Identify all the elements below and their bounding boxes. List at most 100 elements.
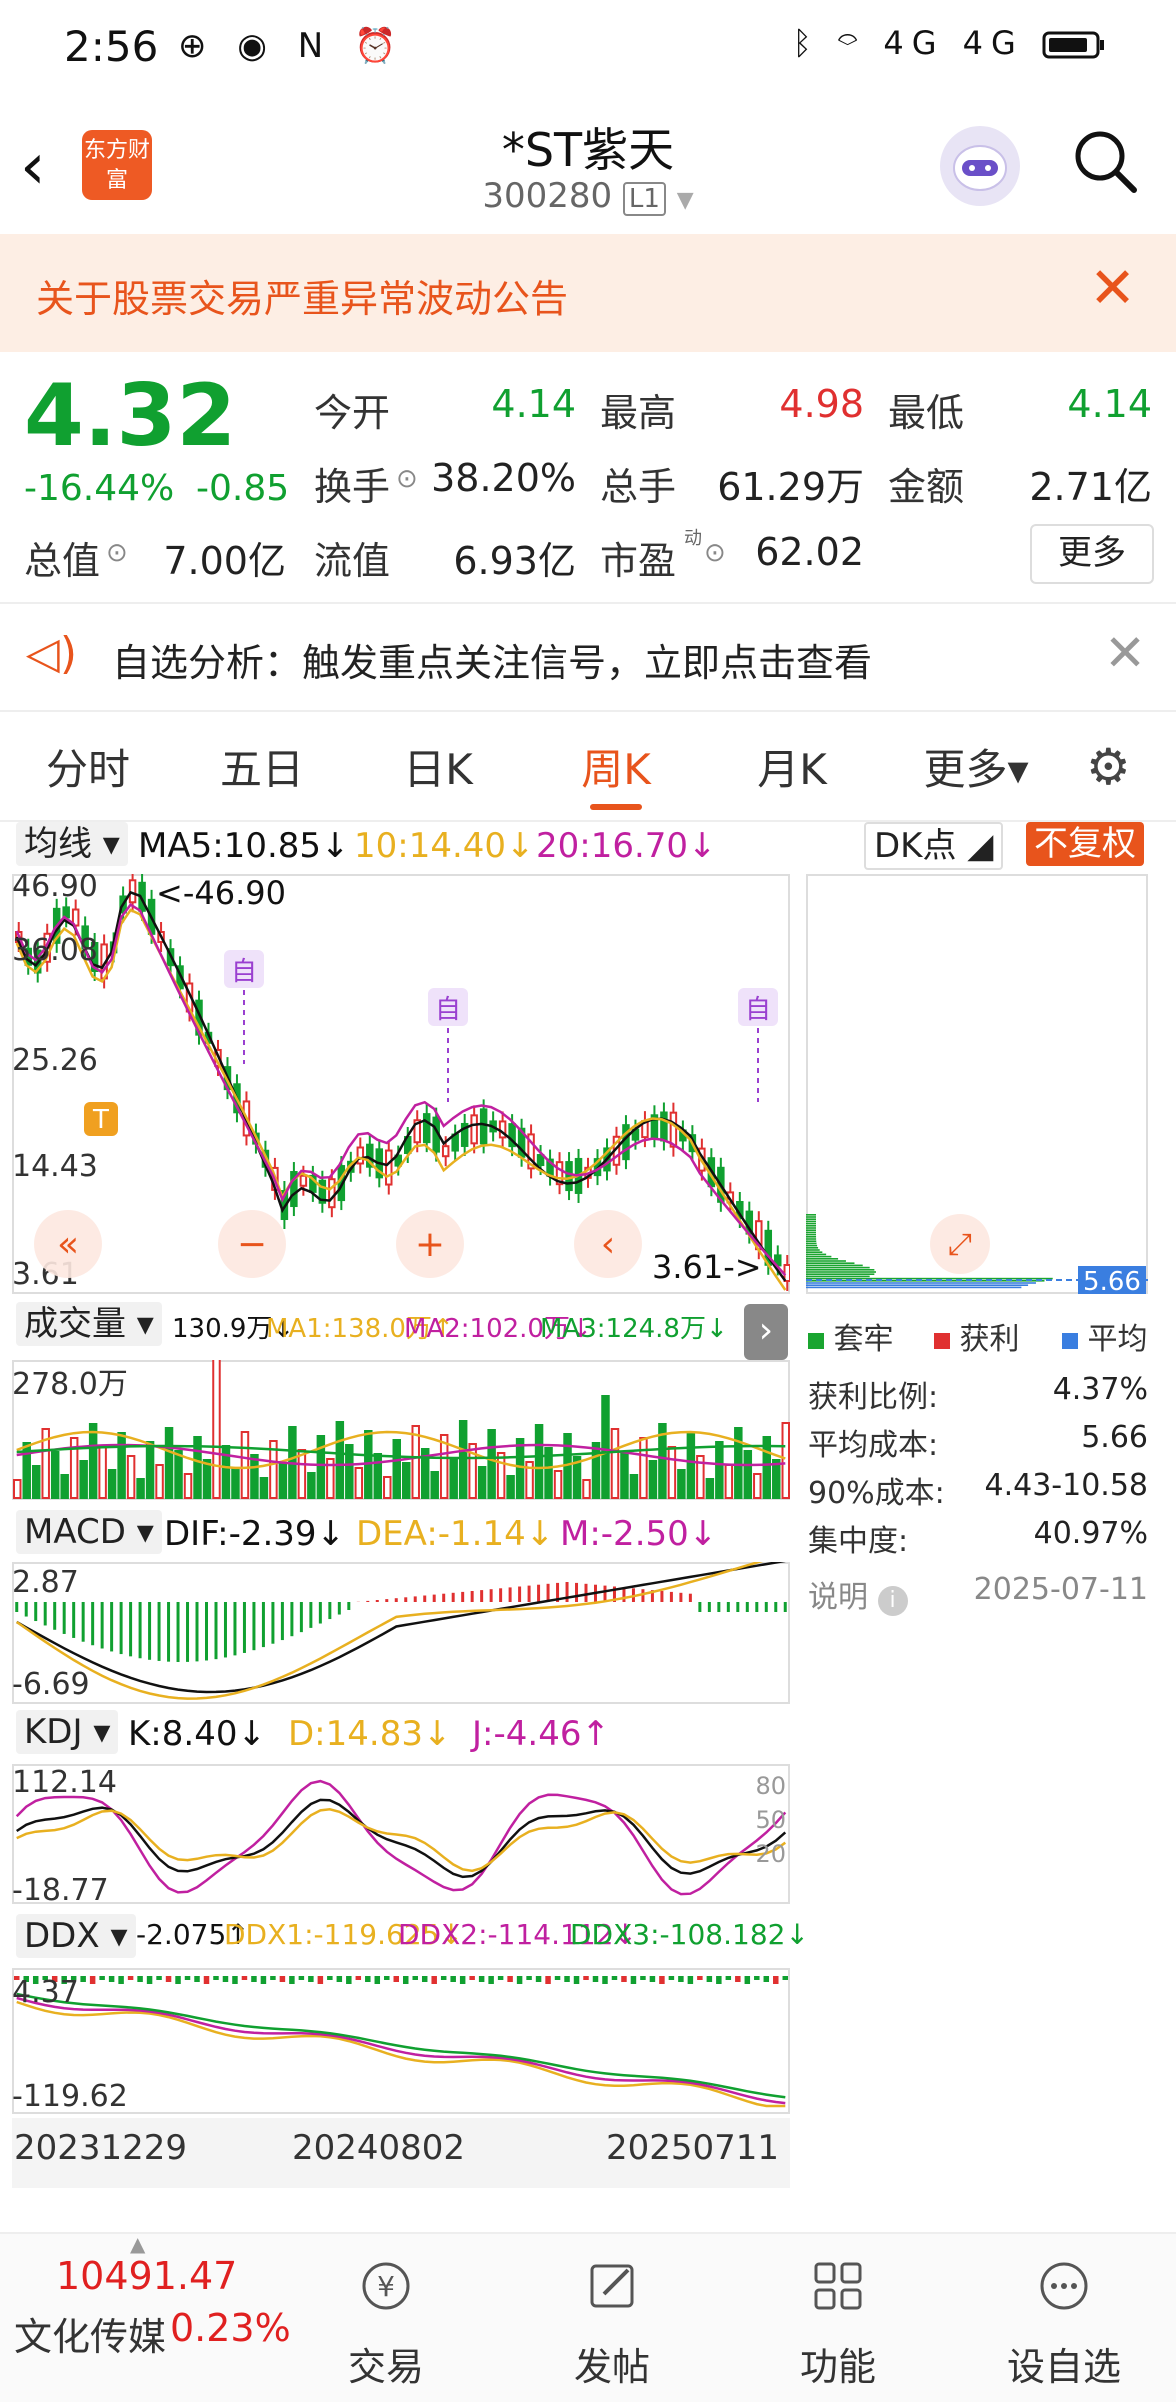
legend-average: 平均 bbox=[1062, 1314, 1148, 1358]
info-icon[interactable]: ⊙ bbox=[396, 464, 418, 494]
info-icon[interactable]: ⊙ bbox=[106, 538, 128, 568]
ddx-chart[interactable]: 4.37 -119.62 bbox=[12, 1968, 790, 2114]
chip-bar bbox=[806, 1286, 1022, 1289]
volume-bar bbox=[629, 1474, 639, 1499]
analysis-text[interactable]: 自选分析：触发重点关注信号，立即点击查看 bbox=[112, 632, 872, 687]
tab-monthly-k[interactable]: 月K bbox=[712, 736, 872, 797]
ddx-bar bbox=[279, 1976, 286, 1982]
kdj-bottom-label: -18.77 bbox=[12, 1873, 109, 1904]
ddx-bar bbox=[735, 1976, 741, 1982]
ddx-bar bbox=[317, 1976, 324, 1984]
open-label: 今开 bbox=[314, 391, 391, 435]
change-amount: -0.85 bbox=[196, 468, 290, 509]
kline-chart[interactable]: 46.9036.0825.2614.433.61<-46.903.61->自自自… bbox=[12, 874, 790, 1294]
market-cap-label[interactable]: 总值 bbox=[24, 530, 100, 585]
dk-point-label: DK点 bbox=[874, 826, 957, 866]
sector-index[interactable]: ▲ 10491.47 文化传媒 0.23% bbox=[0, 2232, 300, 2402]
ddx-selector[interactable]: DDX ▾ bbox=[16, 1914, 136, 1958]
ddx-bar bbox=[421, 1976, 428, 1982]
volume-bar bbox=[591, 1442, 601, 1499]
status-icons-right-text: ᛒ ⌔ 4G 4G bbox=[792, 24, 1024, 62]
ddx-bar bbox=[725, 1976, 732, 1980]
candle-body bbox=[356, 1146, 365, 1165]
volume-bar bbox=[601, 1395, 610, 1499]
chip-profit-ratio-value: 4.37% bbox=[1052, 1372, 1148, 1407]
nav-add-watchlist[interactable]: 设自选 bbox=[974, 2234, 1154, 2402]
ddx-bar bbox=[260, 1976, 267, 1984]
volume-bar bbox=[316, 1435, 326, 1499]
ma20-readout: 20:16.70↓ bbox=[536, 826, 717, 866]
ma-selector[interactable]: 均线 ▾ bbox=[16, 822, 128, 866]
volume-bar bbox=[724, 1464, 734, 1499]
chart-control-icon: − bbox=[237, 1224, 267, 1265]
volume-bar bbox=[411, 1425, 420, 1499]
adjust-mode-button[interactable]: 不复权 bbox=[1026, 822, 1144, 866]
announcement-banner[interactable]: 关于股票交易严重异常波动公告 ✕ bbox=[0, 234, 1176, 352]
search-icon[interactable] bbox=[1070, 126, 1140, 196]
volume-chart[interactable]: 278.0万 bbox=[12, 1360, 790, 1500]
current-price: 4.32 bbox=[24, 366, 237, 466]
tab-weekly-k[interactable]: 周K bbox=[536, 736, 696, 797]
volume-max-label: 278.0万 bbox=[12, 1367, 128, 1402]
close-icon[interactable]: ✕ bbox=[1089, 256, 1136, 321]
macd-selector[interactable]: MACD ▾ bbox=[16, 1510, 162, 1554]
ddx-bar bbox=[602, 1976, 608, 1984]
ddx-bar bbox=[640, 1976, 646, 1980]
ddx-bar bbox=[175, 1976, 181, 1984]
nav-trade[interactable]: ¥ 交易 bbox=[296, 2234, 476, 2402]
macd-chart[interactable]: 2.87 -6.69 bbox=[12, 1562, 790, 1704]
chip-note-link[interactable]: 说明 i bbox=[808, 1572, 908, 1616]
kdj-top-label: 112.14 bbox=[12, 1765, 117, 1800]
pe-label[interactable]: 市盈 bbox=[600, 530, 676, 585]
ddx-bar bbox=[773, 1976, 779, 1984]
chip-distribution-chart[interactable]: 5.66 ⤢ bbox=[806, 874, 1148, 1294]
volume-bar bbox=[88, 1423, 98, 1499]
ddx-bar bbox=[782, 1976, 788, 1980]
pe-value: 62.02 bbox=[755, 530, 864, 574]
gear-icon[interactable]: ⚙ bbox=[1086, 738, 1131, 796]
ddx-bar bbox=[649, 1976, 656, 1982]
kdj-j-line bbox=[15, 1779, 787, 1896]
volume-selector[interactable]: 成交量 ▾ bbox=[16, 1302, 162, 1346]
volume-bar bbox=[164, 1427, 174, 1499]
nav-functions[interactable]: 功能 bbox=[748, 2234, 928, 2402]
robot-assistant-icon[interactable] bbox=[940, 126, 1020, 206]
y-axis-label: 25.26 bbox=[12, 1043, 98, 1078]
nav-post[interactable]: 发帖 bbox=[522, 2234, 702, 2402]
volume-bar bbox=[677, 1469, 686, 1499]
tab-more[interactable]: 更多▾ bbox=[896, 736, 1056, 797]
chip-bar bbox=[806, 1275, 870, 1278]
watchlist-analysis-banner[interactable]: ◁) 自选分析：触发重点关注信号，立即点击查看 ✕ bbox=[0, 602, 1176, 712]
kdj-chart[interactable]: 112.14 -18.77 80 50 20 bbox=[12, 1764, 790, 1904]
ddx-bar bbox=[194, 1976, 200, 1982]
volume-bar bbox=[392, 1439, 402, 1499]
volume-bar bbox=[449, 1457, 458, 1499]
dk-point-button[interactable]: DK点 ◢ bbox=[864, 822, 1004, 870]
chip-bar bbox=[806, 1284, 1029, 1286]
volume-bar bbox=[582, 1479, 591, 1499]
signal-marker: 自 bbox=[435, 995, 461, 1025]
legend-average-label: 平均 bbox=[1087, 1322, 1148, 1357]
signal-marker: 自 bbox=[231, 957, 257, 987]
kdj-level-label: 20 bbox=[755, 1840, 786, 1868]
announcement-text[interactable]: 关于股票交易严重异常波动公告 bbox=[36, 268, 568, 323]
legend-trapped: 套牢 bbox=[808, 1314, 894, 1358]
tab-daily-k[interactable]: 日K bbox=[358, 736, 518, 797]
min-price-label: 3.61-> bbox=[652, 1248, 762, 1286]
tab-intraday[interactable]: 分时 bbox=[8, 736, 168, 797]
more-button[interactable]: 更多 bbox=[1030, 524, 1154, 584]
volume-bar bbox=[31, 1465, 41, 1499]
close-icon[interactable]: ✕ bbox=[1104, 624, 1146, 682]
status-bar: 2:56 ⊕ ◉ N ⏰ ᛒ ⌔ 4G 4G bbox=[0, 0, 1176, 100]
expand-arrow-button[interactable]: › bbox=[744, 1304, 788, 1360]
macd-bottom-label: -6.69 bbox=[12, 1667, 90, 1702]
volume-bar bbox=[250, 1454, 259, 1499]
chip-concentration-label: 集中度: bbox=[808, 1524, 909, 1559]
volume-bar bbox=[136, 1478, 145, 1499]
volume-bar bbox=[648, 1460, 658, 1499]
kdj-selector[interactable]: KDJ ▾ bbox=[16, 1710, 119, 1754]
turnover-label[interactable]: 换手 bbox=[314, 456, 390, 511]
tab-five-day[interactable]: 五日 bbox=[182, 736, 342, 797]
info-icon[interactable]: ⊙ bbox=[704, 538, 726, 568]
volume-bar bbox=[354, 1467, 364, 1499]
